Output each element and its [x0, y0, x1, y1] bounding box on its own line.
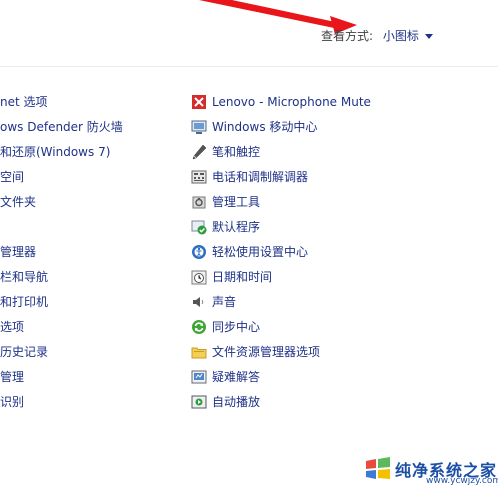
chevron-down-icon — [424, 34, 433, 39]
item-administrative-tools[interactable]: 管理工具 — [191, 193, 260, 211]
control-panel-item[interactable]: 管理 — [0, 368, 24, 386]
item-label: 笔和触控 — [212, 145, 261, 159]
control-panel-item[interactable]: 和还原(Windows 7) — [0, 143, 110, 161]
troubleshooting-icon — [191, 369, 207, 385]
item-lenovo-microphone-mute[interactable]: Lenovo - Microphone Mute — [191, 93, 371, 111]
item-default-programs[interactable]: 默认程序 — [191, 218, 260, 236]
control-panel-item[interactable]: 选项 — [0, 318, 24, 336]
admin-tools-icon — [191, 194, 207, 210]
item-label: Lenovo - Microphone Mute — [212, 95, 371, 109]
control-panel-item[interactable]: 历史记录 — [0, 343, 48, 361]
control-panel-item[interactable]: ows Defender 防火墙 — [0, 118, 123, 136]
view-by-label: 查看方式: — [321, 29, 374, 43]
control-panel-item[interactable]: 识别 — [0, 393, 24, 411]
item-label: 管理工具 — [212, 195, 261, 209]
control-panel-item[interactable]: 和打印机 — [0, 293, 48, 311]
windows-logo-icon — [364, 457, 392, 484]
item-ease-of-access[interactable]: 轻松使用设置中心 — [191, 243, 308, 261]
pen-icon — [191, 144, 207, 160]
clock-icon — [191, 269, 207, 285]
default-programs-icon — [191, 219, 207, 235]
view-by-value: 小图标 — [382, 29, 419, 43]
speaker-icon — [191, 294, 207, 310]
item-windows-mobility-center[interactable]: Windows 移动中心 — [191, 118, 317, 136]
item-label: 文件资源管理器选项 — [212, 345, 321, 359]
item-sync-center[interactable]: 同步中心 — [191, 318, 260, 336]
watermark-url: www.ycwjzy.com — [426, 476, 498, 486]
control-panel-item[interactable]: 管理器 — [0, 243, 36, 261]
item-label: 轻松使用设置中心 — [212, 245, 309, 259]
item-label: 声音 — [212, 295, 237, 309]
folder-options-icon — [191, 344, 207, 360]
item-label: 电话和调制解调器 — [212, 170, 309, 184]
item-date-and-time[interactable]: 日期和时间 — [191, 268, 272, 286]
item-label: Windows 移动中心 — [212, 120, 318, 134]
mobility-center-icon — [191, 119, 207, 135]
item-label: 默认程序 — [212, 220, 261, 234]
view-by-control: 查看方式: 小图标 — [321, 27, 433, 44]
item-troubleshooting[interactable]: 疑难解答 — [191, 368, 260, 386]
control-panel-item[interactable]: 空间 — [0, 168, 24, 186]
view-by-dropdown[interactable]: 小图标 — [383, 29, 433, 43]
item-file-explorer-options[interactable]: 文件资源管理器选项 — [191, 343, 320, 361]
autoplay-icon — [191, 394, 207, 410]
item-phone-and-modem[interactable]: 电话和调制解调器 — [191, 168, 308, 186]
item-label: 疑难解答 — [212, 370, 261, 384]
item-autoplay[interactable]: 自动播放 — [191, 393, 260, 411]
item-sound[interactable]: 声音 — [191, 293, 236, 311]
item-label: 同步中心 — [212, 320, 261, 334]
item-label: 日期和时间 — [212, 270, 273, 284]
control-panel-item[interactable]: 文件夹 — [0, 193, 36, 211]
sync-icon — [191, 319, 207, 335]
control-panel-item[interactable]: net 选项 — [0, 93, 48, 111]
ease-of-access-icon — [191, 244, 207, 260]
item-label: 自动播放 — [212, 395, 261, 409]
microphone-mute-icon — [191, 94, 207, 110]
item-pen-and-touch[interactable]: 笔和触控 — [191, 143, 260, 161]
control-panel-item[interactable]: 栏和导航 — [0, 268, 48, 286]
phone-modem-icon — [191, 169, 207, 185]
header-divider — [0, 66, 498, 67]
